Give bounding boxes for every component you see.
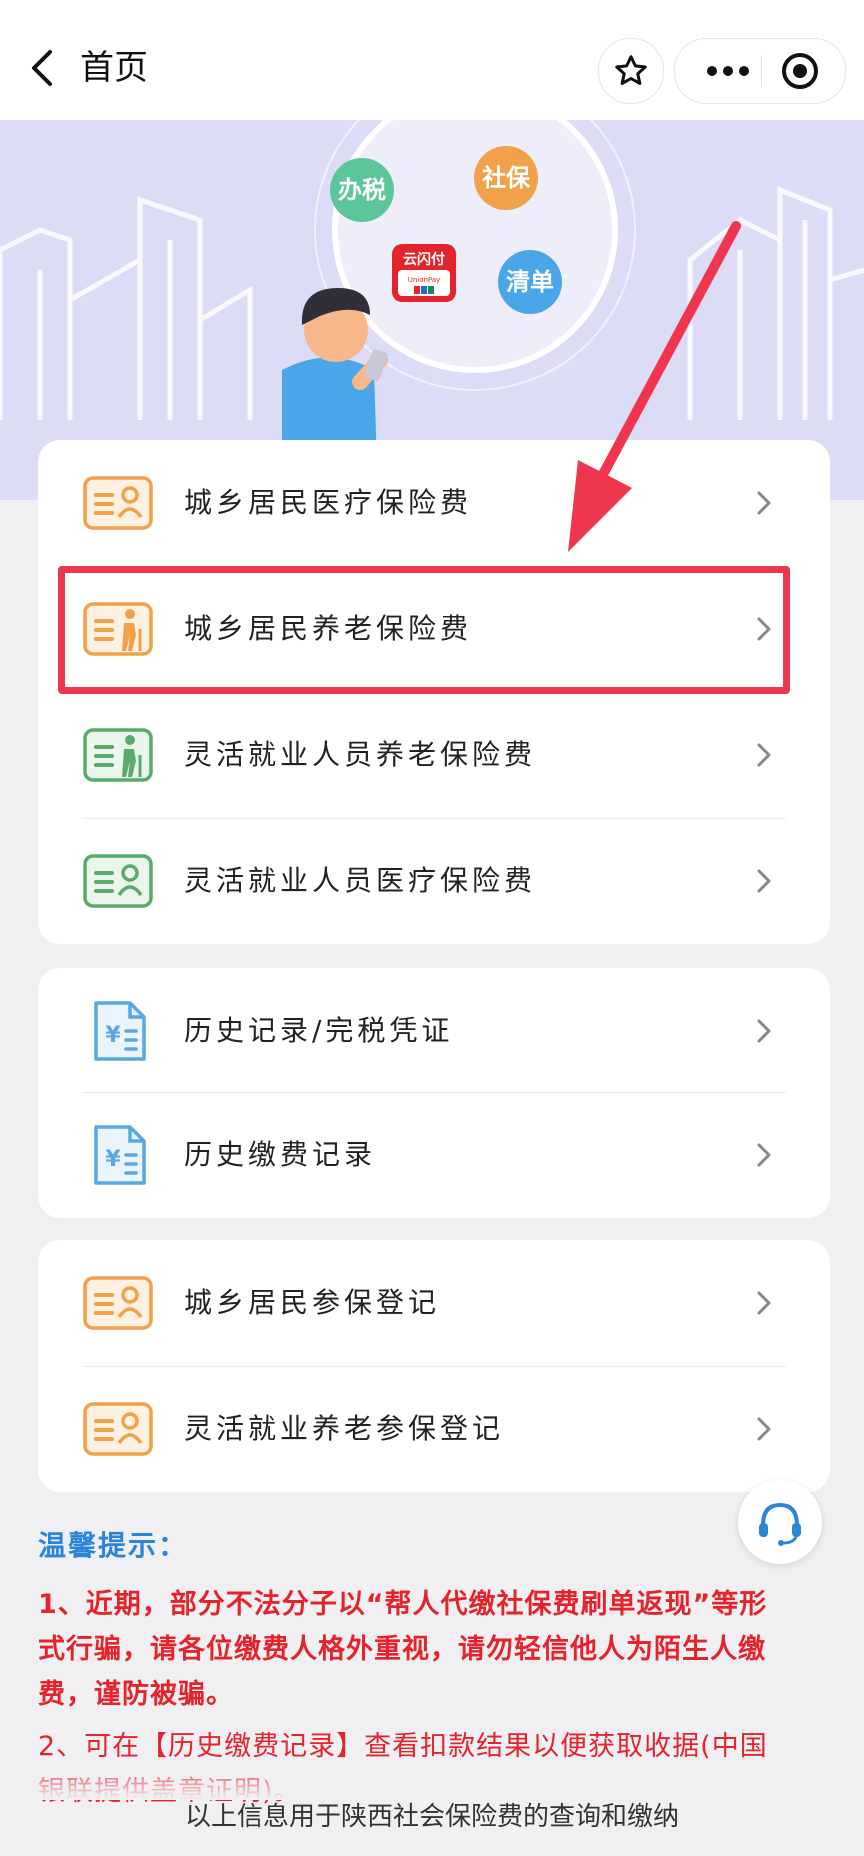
elder-card-icon <box>82 725 154 785</box>
list-item-label: 灵活就业人员医疗保险费 <box>184 864 537 897</box>
list-item-flexible-pension-registration[interactable]: 灵活就业养老参保登记 <box>38 1366 830 1492</box>
headset-icon <box>759 1502 801 1546</box>
svg-text:¥: ¥ <box>105 1147 121 1172</box>
list-item-label: 历史缴费记录 <box>184 1138 377 1171</box>
list-item-history-tax-receipt[interactable]: ¥ 历史记录/完税凭证 <box>38 968 830 1094</box>
notice-line-1b: 式行骗，请各位缴费人格外重视，请勿轻信他人为陌生人缴 <box>38 1634 766 1665</box>
id-card-icon <box>82 1399 154 1459</box>
receipt-icon: ¥ <box>82 1125 154 1185</box>
chevron-right-icon <box>757 1019 771 1043</box>
footer-text: 以上信息用于陕西社会保险费的查询和缴纳 <box>184 1802 679 1832</box>
registration-card: 城乡居民参保登记 灵活就业养老参保登记 <box>38 1240 830 1492</box>
list-item-urban-rural-registration[interactable]: 城乡居民参保登记 <box>38 1240 830 1366</box>
receipt-icon: ¥ <box>82 1001 154 1061</box>
chevron-right-icon <box>757 1143 771 1167</box>
notice-title: 温馨提示： <box>38 1529 189 1562</box>
customer-service-button[interactable] <box>738 1480 822 1564</box>
list-item-flexible-medical[interactable]: 灵活就业人员医疗保险费 <box>38 818 830 944</box>
records-card: ¥ 历史记录/完税凭证 ¥ 历史缴费记录 <box>38 968 830 1218</box>
list-item-label: 城乡居民参保登记 <box>184 1286 441 1319</box>
chevron-right-icon <box>757 1291 771 1315</box>
chevron-right-icon <box>757 869 771 893</box>
annotation-arrow-icon <box>568 221 741 552</box>
id-card-icon <box>82 851 154 911</box>
notice-line-1a: 1、近期，部分不法分子以“帮人代缴社保费刷单返现”等形 <box>38 1589 768 1620</box>
list-item-payment-history[interactable]: ¥ 历史缴费记录 <box>38 1092 830 1218</box>
chevron-right-icon <box>757 743 771 767</box>
chevron-right-icon <box>757 1417 771 1441</box>
list-item-flexible-pension[interactable]: 灵活就业人员养老保险费 <box>38 692 830 818</box>
list-item-label: 历史记录/完税凭证 <box>184 1014 454 1047</box>
svg-text:¥: ¥ <box>105 1023 121 1048</box>
notice-line-1c: 费，谨防被骗。 <box>38 1679 234 1710</box>
id-card-icon <box>82 1273 154 1333</box>
list-item-label: 灵活就业人员养老保险费 <box>184 738 537 771</box>
list-item-label: 灵活就业养老参保登记 <box>184 1412 505 1445</box>
